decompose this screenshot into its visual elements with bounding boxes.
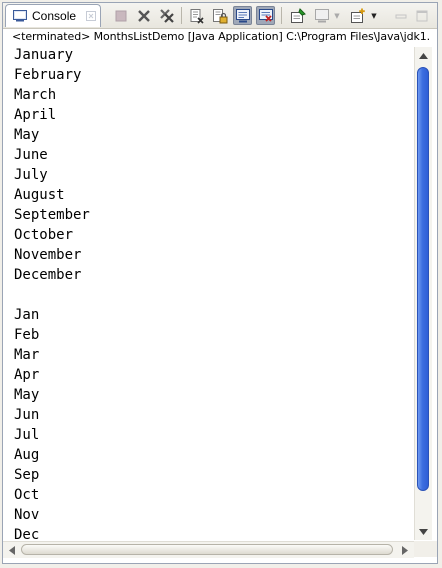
console-line: Jun <box>14 407 40 423</box>
show-on-stdout-icon <box>235 8 250 22</box>
chevron-down-icon[interactable]: ▼ <box>333 6 341 25</box>
console-line: Feb <box>14 327 40 343</box>
terminate-icon <box>115 10 126 21</box>
launch-status: <terminated> MonthsListDemo [Java Applic… <box>12 30 431 43</box>
console-line: Sep <box>14 467 40 483</box>
horizontal-scrollbar[interactable] <box>3 541 414 558</box>
scrollbar-corner <box>414 541 437 557</box>
view-toolbar: Console ▼ ▼ <box>3 3 437 29</box>
pin-console-icon <box>290 7 306 23</box>
clear-console-icon <box>190 8 204 24</box>
open-console-button[interactable] <box>348 6 367 25</box>
console-line: October <box>14 227 74 243</box>
console-line: April <box>14 107 57 123</box>
scroll-right-button[interactable] <box>397 543 412 557</box>
remove-all-terminated-button[interactable] <box>157 6 176 25</box>
maximize-icon <box>416 10 427 21</box>
console-line: June <box>14 147 48 163</box>
tab-label: Console <box>32 9 77 23</box>
scroll-left-button[interactable] <box>4 543 19 557</box>
console-line: August <box>14 187 65 203</box>
remove-launch-icon <box>137 9 150 22</box>
console-line: February <box>14 67 82 83</box>
tab-console[interactable]: Console <box>5 4 101 27</box>
maximize-button[interactable] <box>412 6 431 25</box>
pin-console-button[interactable] <box>288 6 307 25</box>
arrow-left-icon <box>8 545 15 555</box>
vertical-scrollbar[interactable] <box>414 47 432 540</box>
show-on-stderr-button[interactable] <box>256 6 275 25</box>
show-on-stderr-icon <box>258 8 273 22</box>
display-selected-console-icon <box>314 8 329 22</box>
clear-console-button[interactable] <box>187 6 206 25</box>
console-line: Aug <box>14 447 40 463</box>
console-icon <box>13 10 27 22</box>
scroll-lock-icon <box>212 8 227 23</box>
console-line: January <box>14 47 74 63</box>
console-line: November <box>14 247 82 263</box>
console-line: December <box>14 267 82 283</box>
arrow-right-icon <box>401 545 408 555</box>
console-output[interactable]: January February March April May June July Augu… <box>3 46 413 541</box>
scroll-lock-button[interactable] <box>210 6 229 25</box>
console-line: March <box>14 87 57 103</box>
show-on-stdout-button[interactable] <box>233 6 252 25</box>
console-line: Mar <box>14 347 40 363</box>
console-line: May <box>14 127 40 143</box>
console-view: Console ▼ ▼ <terminated> MonthsListDemo … <box>2 2 438 564</box>
console-line: Jan <box>14 307 40 323</box>
minimize-button[interactable] <box>391 6 410 25</box>
open-console-icon <box>350 8 365 23</box>
vertical-scroll-thumb[interactable] <box>417 67 429 491</box>
console-line: July <box>14 167 48 183</box>
console-line: September <box>14 207 90 223</box>
console-line: Jul <box>14 427 40 443</box>
console-line: Dec <box>14 527 40 541</box>
display-selected-console-button[interactable] <box>312 6 331 25</box>
arrow-up-icon <box>419 52 428 59</box>
console-line: Apr <box>14 367 40 383</box>
chevron-down-icon[interactable]: ▼ <box>370 6 378 25</box>
terminate-button[interactable] <box>111 6 130 25</box>
remove-launch-button[interactable] <box>134 6 153 25</box>
scroll-up-button[interactable] <box>416 48 431 63</box>
minimize-icon <box>395 14 406 18</box>
console-line: Oct <box>14 487 40 503</box>
remove-all-terminated-icon <box>159 8 174 23</box>
console-line: Nov <box>14 507 40 523</box>
close-icon[interactable] <box>86 11 96 21</box>
scroll-down-button[interactable] <box>416 524 431 539</box>
console-line: May <box>14 387 40 403</box>
horizontal-scroll-thumb[interactable] <box>21 544 393 555</box>
arrow-down-icon <box>419 528 428 535</box>
